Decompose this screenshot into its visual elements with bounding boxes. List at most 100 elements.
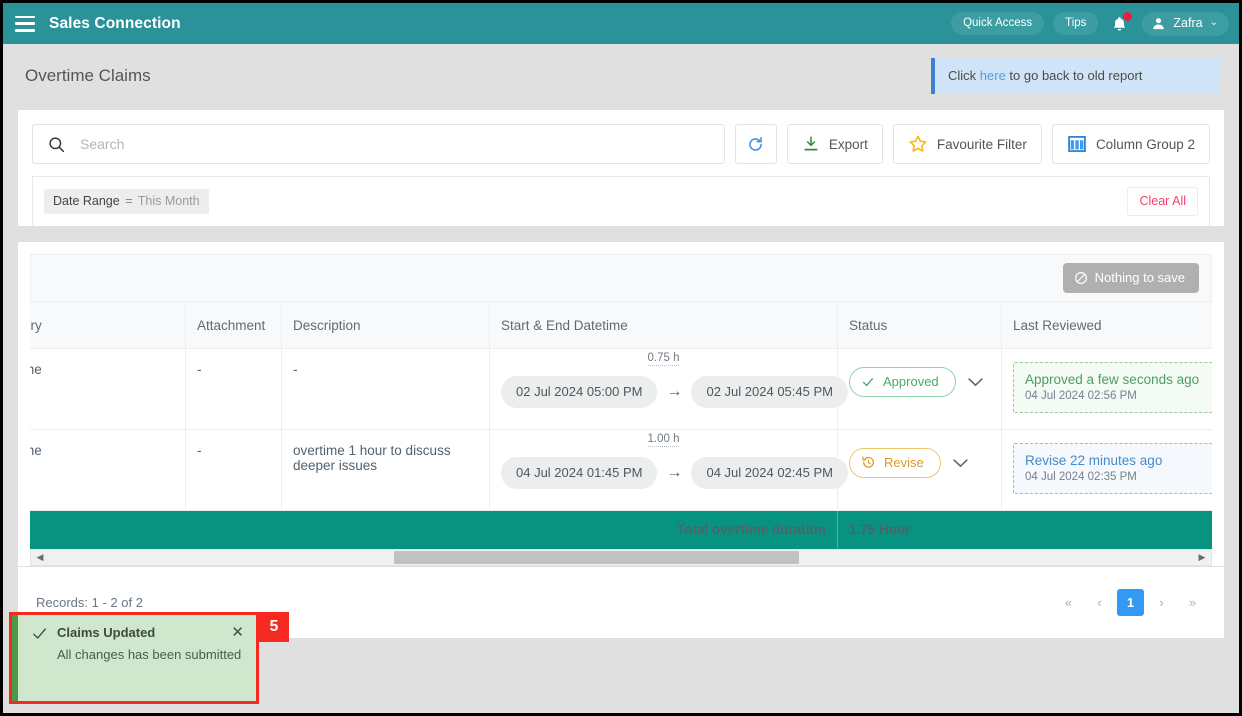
- tips-button[interactable]: Tips: [1053, 12, 1099, 35]
- page-title: Overtime Claims: [25, 65, 151, 85]
- nothing-to-save-label: Nothing to save: [1094, 270, 1185, 285]
- end-datetime-pill[interactable]: 02 Jul 2024 05:45 PM: [691, 376, 848, 408]
- table-header: ory Attachment Description Start & End D…: [30, 301, 1212, 349]
- column-header-datetime[interactable]: Start & End Datetime: [489, 301, 838, 349]
- brand-title: Sales Connection: [49, 14, 181, 32]
- status-label: Approved: [883, 374, 939, 389]
- scroll-left-arrow-icon[interactable]: ◀: [31, 552, 49, 563]
- start-datetime-pill[interactable]: 04 Jul 2024 01:45 PM: [501, 457, 658, 489]
- filter-chip-operator: =: [125, 194, 133, 208]
- filter-chip-value: This Month: [137, 194, 200, 208]
- cell-datetime: 1.00 h 04 Jul 2024 01:45 PM → 04 Jul 202…: [489, 429, 848, 511]
- column-group-label: Column Group 2: [1095, 136, 1195, 152]
- toast-message: All changes has been submitted: [57, 647, 242, 662]
- arrow-right-icon: →: [666, 464, 683, 481]
- status-badge[interactable]: Revise: [849, 448, 941, 478]
- horizontal-scrollbar[interactable]: ◀ ▶: [30, 549, 1212, 566]
- table-scroll-viewport: ory Attachment Description Start & End D…: [30, 301, 1212, 549]
- column-header-description[interactable]: Description: [281, 301, 490, 349]
- scrollbar-track[interactable]: [49, 550, 1193, 565]
- no-entry-icon: [1074, 271, 1087, 284]
- search-toolbar-row: Export Favourite Filter Column Group 2: [32, 124, 1210, 164]
- status-badge[interactable]: Approved: [849, 367, 956, 397]
- notification-badge-dot: [1123, 11, 1133, 21]
- scroll-right-arrow-icon[interactable]: ▶: [1193, 552, 1211, 563]
- column-header-last-reviewed[interactable]: Last Reviewed: [1001, 301, 1212, 349]
- search-input[interactable]: [80, 136, 710, 152]
- export-button[interactable]: Export: [786, 124, 883, 164]
- table-row: me - - 0.75 h 02 Jul 2024 05:00 PM → 02 …: [30, 348, 1212, 430]
- last-reviewed-box: Revise 22 minutes ago 04 Jul 2024 02:35 …: [1013, 443, 1212, 494]
- cell-category: me: [30, 429, 186, 511]
- toast-notification: Claims Updated ✕ All changes has been su…: [12, 615, 256, 701]
- close-icon[interactable]: ✕: [231, 625, 244, 640]
- clear-all-button[interactable]: Clear All: [1127, 187, 1198, 216]
- table-card: Nothing to save ory Attachment: [17, 241, 1225, 567]
- save-bar: Nothing to save: [30, 254, 1212, 301]
- pagination-next-button[interactable]: ›: [1148, 589, 1175, 616]
- cell-category: me: [30, 348, 186, 430]
- end-datetime-pill[interactable]: 04 Jul 2024 02:45 PM: [691, 457, 848, 489]
- status-control: Revise: [849, 443, 990, 478]
- cell-last-reviewed: Approved a few seconds ago 04 Jul 2024 0…: [1001, 348, 1212, 430]
- toast-title: Claims Updated: [57, 625, 156, 640]
- table-total-row: Total overtime duration 1.75 Hour: [30, 510, 1212, 549]
- scrollbar-thumb[interactable]: [394, 551, 799, 564]
- old-report-banner[interactable]: Click here to go back to old report: [931, 57, 1219, 94]
- favourite-filter-button[interactable]: Favourite Filter: [892, 124, 1042, 164]
- check-icon: [33, 628, 46, 639]
- quick-access-button[interactable]: Quick Access: [951, 12, 1045, 35]
- status-label: Revise: [884, 455, 924, 470]
- duration-label: 0.75 h: [647, 352, 680, 366]
- last-reviewed-time: 04 Jul 2024 02:35 PM: [1025, 471, 1137, 483]
- overtime-claims-table: ory Attachment Description Start & End D…: [30, 301, 1212, 549]
- step-badge: 5: [259, 612, 289, 642]
- user-menu-button[interactable]: Zafra ⌄: [1142, 11, 1229, 36]
- arrow-right-icon: →: [666, 383, 683, 400]
- export-label: Export: [828, 136, 868, 152]
- cell-last-reviewed: Revise 22 minutes ago 04 Jul 2024 02:35 …: [1001, 429, 1212, 511]
- table-header-row: ory Attachment Description Start & End D…: [30, 301, 1212, 349]
- status-dropdown-chevron-down-icon[interactable]: [968, 375, 983, 390]
- favourite-filter-label: Favourite Filter: [936, 136, 1027, 152]
- cell-attachment: -: [185, 429, 282, 511]
- filter-chip-date-range[interactable]: Date Range = This Month: [44, 189, 209, 214]
- hamburger-menu-icon[interactable]: [15, 15, 35, 32]
- refresh-icon: [749, 136, 763, 151]
- pagination-first-button[interactable]: «: [1055, 589, 1082, 616]
- datetime-range: 0.75 h 02 Jul 2024 05:00 PM → 02 Jul 202…: [501, 352, 848, 408]
- total-label: Total overtime duration: [489, 510, 838, 549]
- column-header-category[interactable]: ory: [30, 301, 186, 349]
- table-body: me - - 0.75 h 02 Jul 2024 05:00 PM → 02 …: [30, 348, 1212, 549]
- column-header-status[interactable]: Status: [837, 301, 1002, 349]
- pagination-last-button[interactable]: »: [1179, 589, 1206, 616]
- banner-prefix-text: Click: [948, 67, 980, 83]
- column-header-attachment[interactable]: Attachment: [185, 301, 282, 349]
- chevron-down-icon: ⌄: [1209, 17, 1218, 28]
- history-icon: [862, 456, 874, 468]
- refresh-button[interactable]: [734, 124, 777, 164]
- search-box[interactable]: [32, 124, 725, 164]
- cell-datetime: 0.75 h 02 Jul 2024 05:00 PM → 02 Jul 202…: [489, 348, 848, 430]
- cell-description: -: [281, 348, 490, 430]
- download-icon: [804, 136, 818, 151]
- search-icon: [49, 136, 65, 152]
- pagination-prev-button[interactable]: ‹: [1086, 589, 1113, 616]
- old-report-link[interactable]: here: [980, 68, 1006, 83]
- notifications-bell-button[interactable]: [1109, 11, 1133, 36]
- status-dropdown-chevron-down-icon[interactable]: [953, 456, 968, 471]
- cell-status: Approved: [837, 348, 1002, 430]
- filter-card: Export Favourite Filter Column Group 2: [17, 109, 1225, 227]
- filter-chip-field: Date Range: [53, 194, 120, 208]
- page-header: Overtime Claims Click here to go back to…: [3, 44, 1239, 107]
- pagination-page-1[interactable]: 1: [1117, 589, 1144, 616]
- column-group-button[interactable]: Column Group 2: [1051, 124, 1210, 164]
- toast-header: Claims Updated ✕: [31, 625, 244, 642]
- last-reviewed-title: Revise 22 minutes ago: [1025, 453, 1163, 468]
- banner-suffix-text: to go back to old report: [1005, 67, 1143, 83]
- app-window: Sales Connection Quick Access Tips Zafra…: [0, 0, 1242, 716]
- top-nav-actions: Quick Access Tips Zafra ⌄: [951, 11, 1229, 36]
- cell-description: overtime 1 hour to discuss deeper issues: [281, 429, 490, 511]
- table-row: me - overtime 1 hour to discuss deeper i…: [30, 429, 1212, 511]
- start-datetime-pill[interactable]: 02 Jul 2024 05:00 PM: [501, 376, 658, 408]
